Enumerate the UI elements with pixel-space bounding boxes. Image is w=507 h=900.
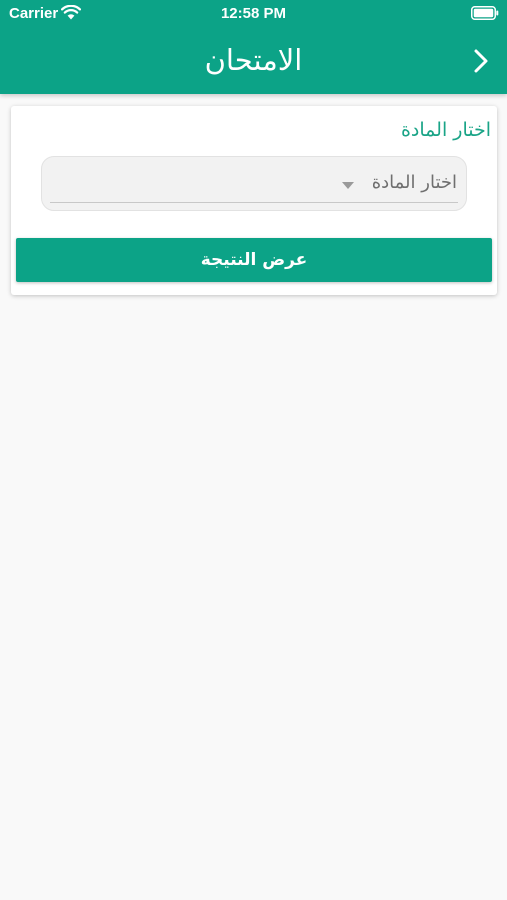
subject-label: اختار المادة	[400, 119, 491, 141]
show-result-button[interactable]: عرض النتيجة	[16, 238, 492, 282]
battery-icon	[471, 6, 499, 20]
caret-down-icon	[342, 182, 354, 189]
chevron-right-icon[interactable]	[466, 44, 496, 78]
page-title: الامتحان	[204, 43, 303, 77]
exam-screen: Carrier 12:58 PM الامتحان اختار المادة ا…	[0, 0, 507, 900]
subject-dropdown-value: اختار المادة	[371, 172, 457, 193]
status-bar: Carrier 12:58 PM	[0, 0, 507, 28]
subject-dropdown[interactable]: اختار المادة	[41, 156, 467, 211]
status-time: 12:58 PM	[220, 5, 287, 22]
dropdown-underline	[50, 202, 458, 203]
app-header: Carrier 12:58 PM الامتحان	[0, 0, 507, 94]
subject-form-card: اختار المادة اختار المادة عرض النتيجة	[11, 106, 497, 295]
